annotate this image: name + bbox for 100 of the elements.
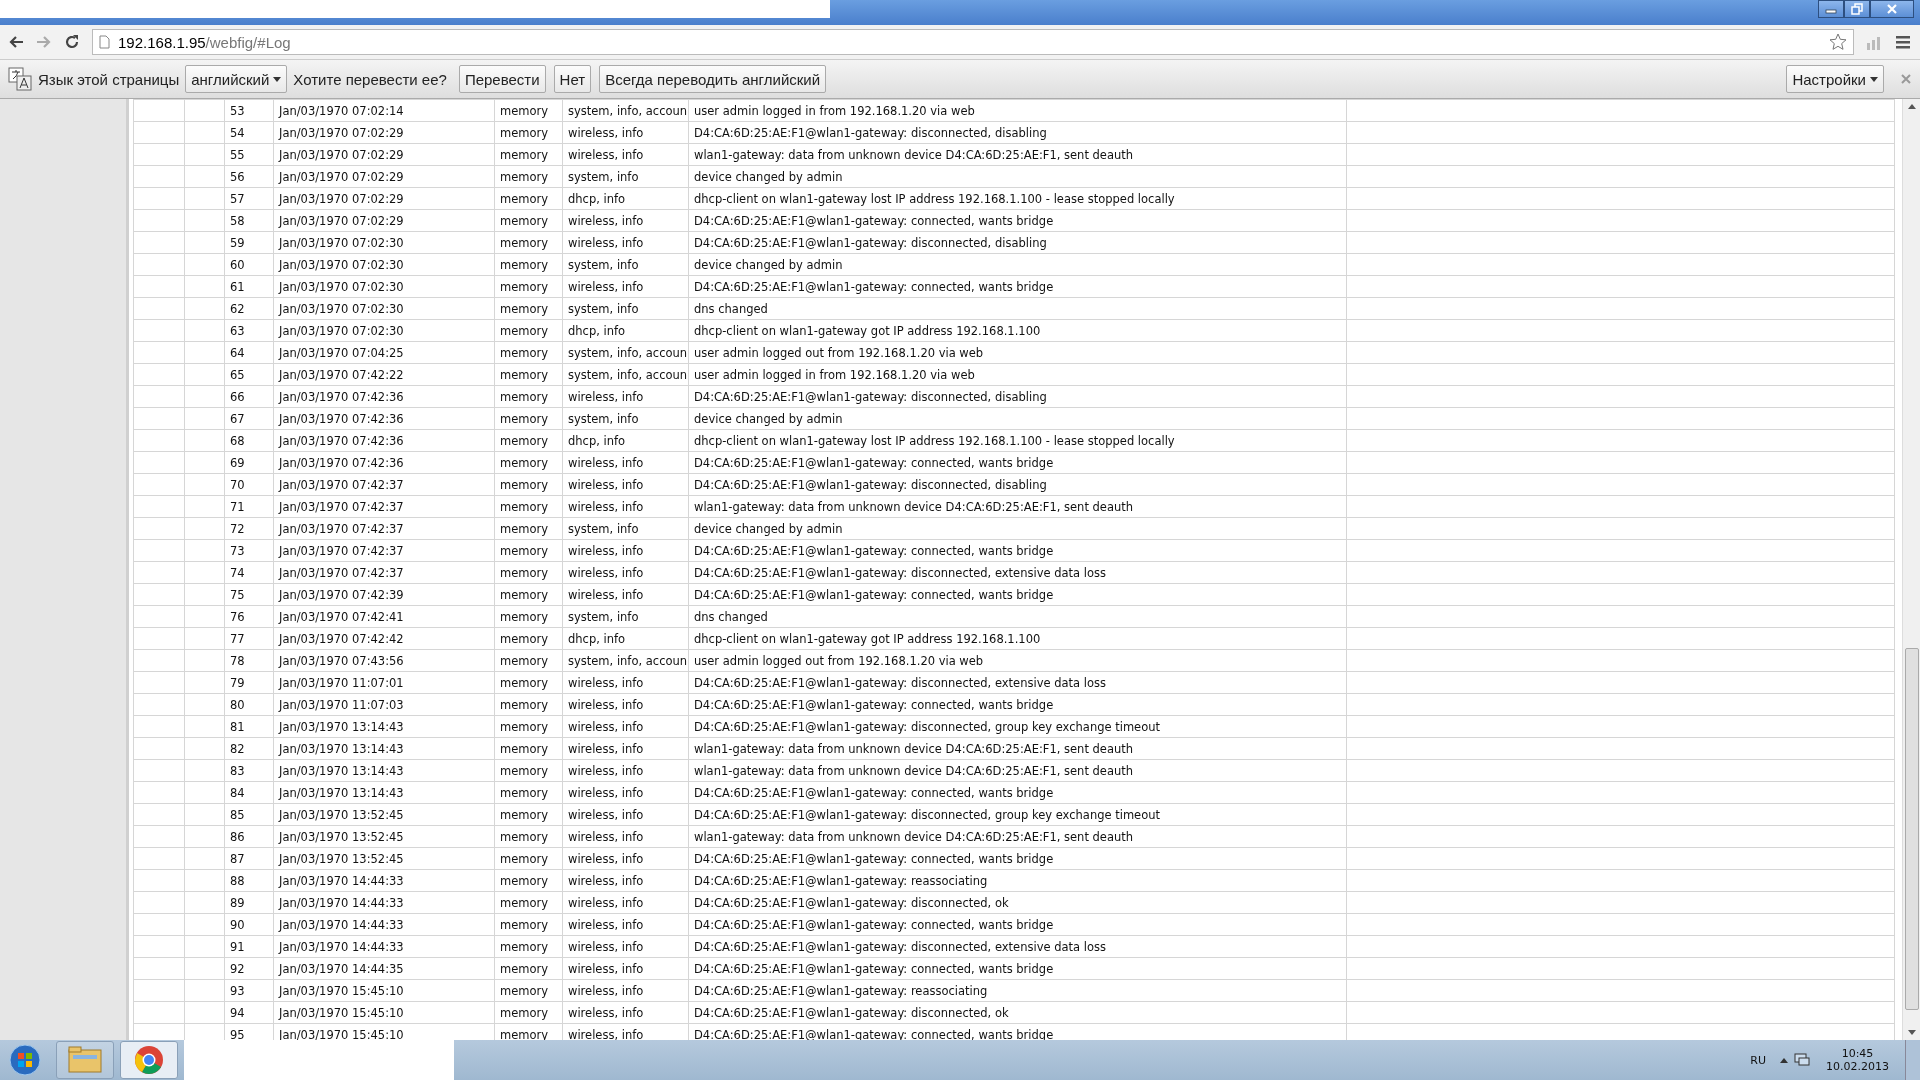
log-time: Jan/03/1970 14:44:33 xyxy=(273,935,495,958)
translate-option-button[interactable]: Перевести xyxy=(458,65,546,93)
log-topics: system, info xyxy=(562,407,689,430)
browser-taskbar-button[interactable] xyxy=(120,1041,178,1079)
log-time: Jan/03/1970 07:02:30 xyxy=(273,297,495,320)
log-time: Jan/03/1970 13:52:45 xyxy=(273,847,495,870)
log-topics: wireless, info xyxy=(562,803,689,826)
translate-label: Язык этой страницы xyxy=(38,70,180,88)
log-time: Jan/03/1970 07:42:37 xyxy=(273,517,495,540)
row-number: 90 xyxy=(224,913,274,936)
translate-option-button[interactable]: Всегда переводить английский xyxy=(599,65,827,93)
log-buffer: memory xyxy=(494,231,563,254)
log-message: D4:CA:6D:25:AE:F1@wlan1-gateway: connected, wants bridge xyxy=(688,957,1347,980)
log-message: D4:CA:6D:25:AE:F1@wlan1-gateway: connected, wants bridge xyxy=(688,275,1347,298)
log-message: dhcp-client on wlan1-gateway got IP address 192.168.1.100 xyxy=(688,319,1347,342)
log-buffer: memory xyxy=(494,297,563,320)
log-topics: dhcp, info xyxy=(562,319,689,342)
restore-button[interactable] xyxy=(1844,0,1870,18)
log-time: Jan/03/1970 07:02:30 xyxy=(273,319,495,342)
browser-icon xyxy=(134,1045,164,1075)
log-time: Jan/03/1970 07:42:39 xyxy=(273,583,495,606)
clock[interactable]: 10:45 10.02.2013 xyxy=(1826,1047,1889,1073)
scroll-up-icon[interactable] xyxy=(1907,103,1916,109)
translate-option-button[interactable]: Нет xyxy=(553,65,592,93)
log-message: D4:CA:6D:25:AE:F1@wlan1-gateway: disconnected, group key exchange timeout xyxy=(688,715,1347,738)
log-topics: system, info xyxy=(562,605,689,628)
log-time: Jan/03/1970 13:14:43 xyxy=(273,737,495,760)
log-message: D4:CA:6D:25:AE:F1@wlan1-gateway: disconnected, extensive data loss xyxy=(688,935,1347,958)
reload-icon[interactable] xyxy=(64,34,80,50)
tray-up-arrow-icon[interactable] xyxy=(1780,1057,1788,1063)
row-number: 53 xyxy=(224,99,274,122)
row-number: 75 xyxy=(224,583,274,606)
log-time: Jan/03/1970 07:42:42 xyxy=(273,627,495,650)
row-number: 91 xyxy=(224,935,274,958)
log-time: Jan/03/1970 07:42:37 xyxy=(273,495,495,518)
forward-arrow-icon[interactable] xyxy=(36,35,52,49)
log-message: D4:CA:6D:25:AE:F1@wlan1-gateway: reassociating xyxy=(688,979,1347,1002)
log-message: D4:CA:6D:25:AE:F1@wlan1-gateway: connected, wants bridge xyxy=(688,693,1347,716)
log-topics: wireless, info xyxy=(562,473,689,496)
menu-icon[interactable] xyxy=(1896,35,1912,49)
log-buffer: memory xyxy=(494,385,563,408)
log-time: Jan/03/1970 13:14:43 xyxy=(273,781,495,804)
log-buffer: memory xyxy=(494,803,563,826)
address-bar[interactable]: 192.168.1.95/webfig/#Log xyxy=(92,29,1854,55)
row-number: 79 xyxy=(224,671,274,694)
row-number: 87 xyxy=(224,847,274,870)
language-indicator[interactable]: RU xyxy=(1750,1053,1766,1067)
scroll-thumb[interactable] xyxy=(1904,648,1919,1010)
row-number: 63 xyxy=(224,319,274,342)
log-time: Jan/03/1970 07:42:37 xyxy=(273,539,495,562)
log-message: dhcp-client on wlan1-gateway lost IP address 192.168.1.100 - lease stopped locally xyxy=(688,429,1347,452)
log-buffer: memory xyxy=(494,847,563,870)
log-buffer: memory xyxy=(494,495,563,518)
language-dropdown[interactable]: английский xyxy=(185,65,288,93)
log-message: wlan1-gateway: data from unknown device D4:CA:6D:25:AE:F1, sent deauth xyxy=(688,825,1347,848)
minimize-button[interactable] xyxy=(1818,0,1844,18)
row-number: 68 xyxy=(224,429,274,452)
log-topics: wireless, info xyxy=(562,583,689,606)
scroll-down-icon[interactable] xyxy=(1907,1030,1916,1036)
log-buffer: memory xyxy=(494,715,563,738)
row-number: 70 xyxy=(224,473,274,496)
log-topics: wireless, info xyxy=(562,275,689,298)
log-message: wlan1-gateway: data from unknown device D4:CA:6D:25:AE:F1, sent deauth xyxy=(688,495,1347,518)
close-icon[interactable] xyxy=(1900,73,1912,85)
translate-question: Хотите перевести ее? xyxy=(293,70,447,88)
row-number: 78 xyxy=(224,649,274,672)
row-number: 67 xyxy=(224,407,274,430)
log-topics: wireless, info xyxy=(562,495,689,518)
log-time: Jan/03/1970 07:42:36 xyxy=(273,451,495,474)
log-time: Jan/03/1970 07:42:41 xyxy=(273,605,495,628)
log-buffer: memory xyxy=(494,275,563,298)
log-time: Jan/03/1970 13:52:45 xyxy=(273,803,495,826)
log-time: Jan/03/1970 07:42:37 xyxy=(273,561,495,584)
star-icon[interactable] xyxy=(1829,33,1847,51)
log-time: Jan/03/1970 07:42:36 xyxy=(273,385,495,408)
log-topics: dhcp, info xyxy=(562,429,689,452)
log-topics: wireless, info xyxy=(562,891,689,914)
close-button[interactable] xyxy=(1870,0,1914,18)
log-time: Jan/03/1970 07:42:36 xyxy=(273,429,495,452)
log-buffer: memory xyxy=(494,605,563,628)
log-time: Jan/03/1970 13:14:43 xyxy=(273,759,495,782)
log-message: D4:CA:6D:25:AE:F1@wlan1-gateway: disconnected, group key exchange timeout xyxy=(688,803,1347,826)
scrollbar[interactable] xyxy=(1902,99,1920,1040)
log-topics: wireless, info xyxy=(562,539,689,562)
row-number: 89 xyxy=(224,891,274,914)
log-buffer: memory xyxy=(494,913,563,936)
log-message: device changed by admin xyxy=(688,517,1347,540)
log-message: D4:CA:6D:25:AE:F1@wlan1-gateway: reassociating xyxy=(688,869,1347,892)
log-message: user admin logged in from 192.168.1.20 via web xyxy=(688,363,1347,386)
row-number: 76 xyxy=(224,605,274,628)
row-number: 56 xyxy=(224,165,274,188)
network-icon[interactable] xyxy=(1794,1053,1810,1067)
log-buffer: memory xyxy=(494,253,563,276)
log-topics: wireless, info xyxy=(562,781,689,804)
log-message: D4:CA:6D:25:AE:F1@wlan1-gateway: connected, wants bridge xyxy=(688,847,1347,870)
row-number: 80 xyxy=(224,693,274,716)
log-topics: wireless, info xyxy=(562,561,689,584)
caret-icon xyxy=(1870,76,1878,82)
back-arrow-icon[interactable] xyxy=(8,35,24,49)
settings-dropdown[interactable]: Настройки xyxy=(1786,65,1884,93)
